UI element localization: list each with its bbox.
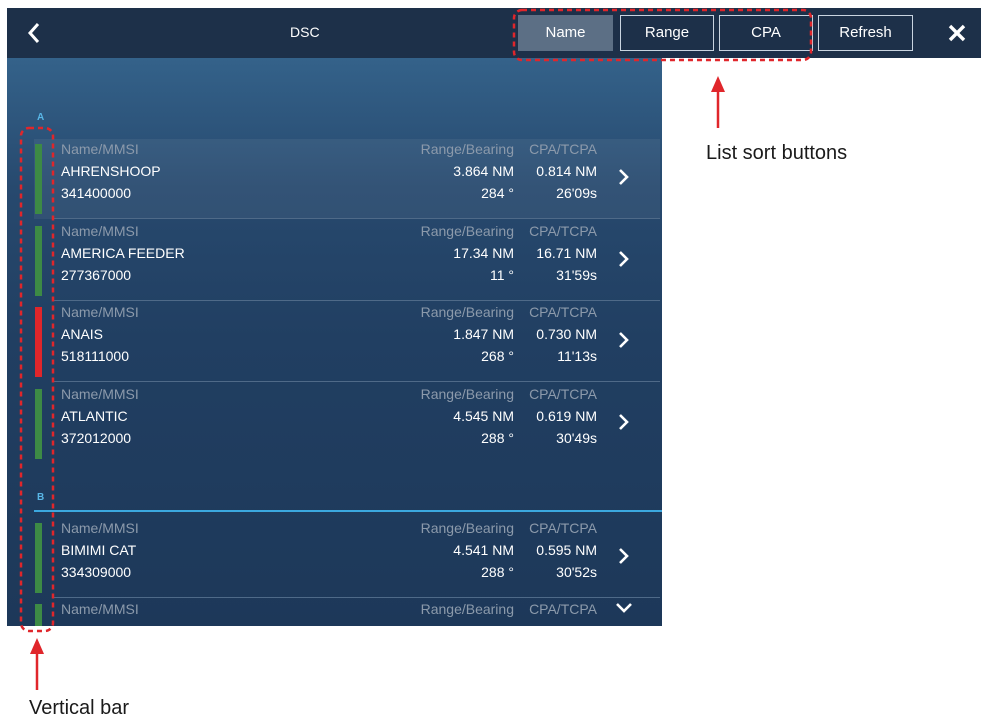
annotation-overlay [19,8,813,690]
sort-buttons-note: List sort buttons [706,142,848,164]
sort-buttons-highlight [512,8,813,62]
sort-buttons-arrowhead [711,76,725,92]
vertical-bar-note: Vertical bar [29,697,130,719]
vertical-bar-highlight [19,126,55,633]
vertical-bar-arrowhead [30,638,44,654]
